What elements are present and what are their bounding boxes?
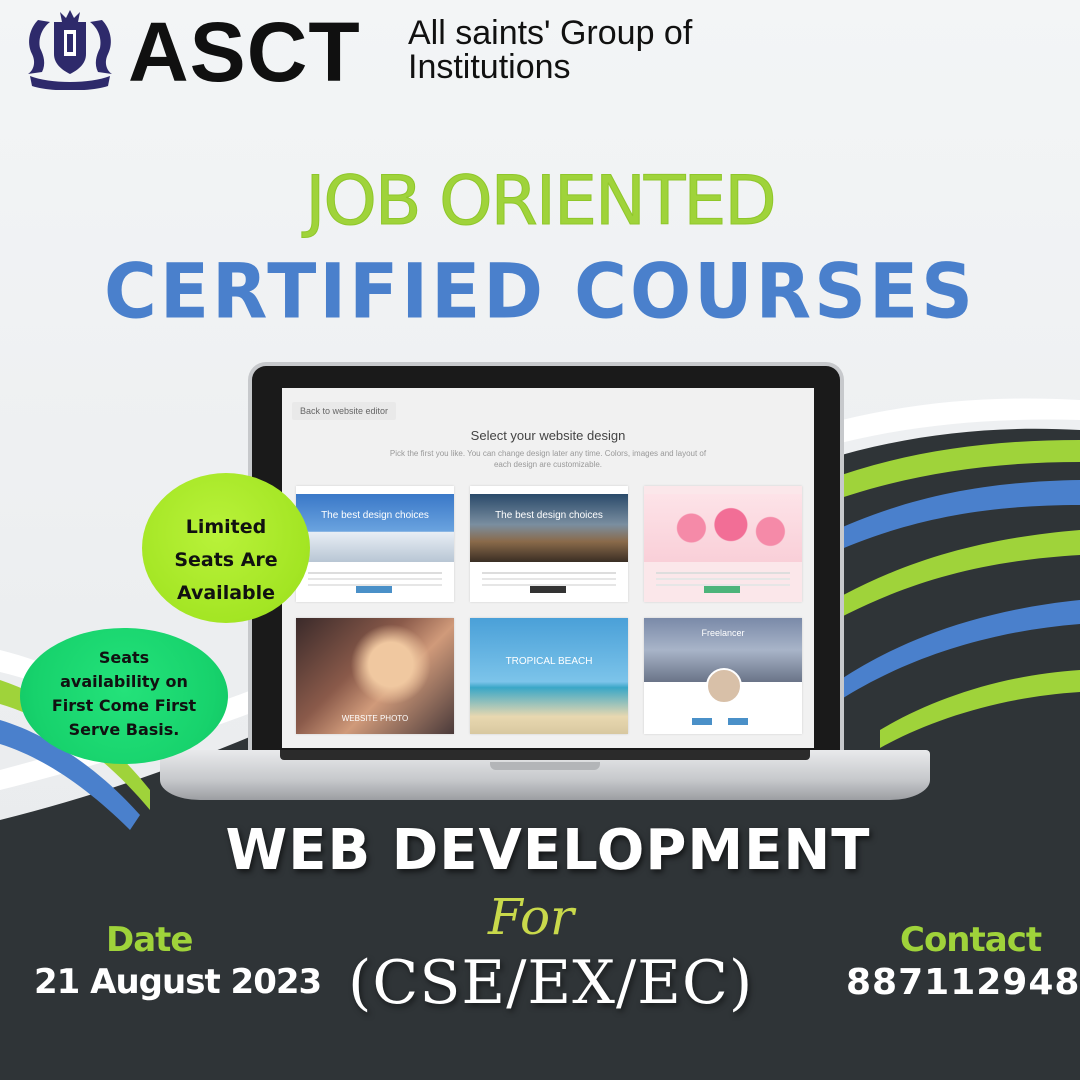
design-tile-caption: Freelancer (701, 628, 745, 638)
back-to-editor-label: Back to website editor (292, 402, 397, 420)
limited-seats-line: Seats Are (174, 549, 278, 571)
design-tile-caption: The best design choices (321, 510, 429, 521)
course-branches: (CSE/EX/EC) (348, 948, 754, 1018)
design-tile: WEBSITE PHOTO (296, 618, 454, 734)
laptop-screen: Back to website editor Select your websi… (282, 388, 814, 748)
seat-availability-badge: Seats availability on First Come First S… (20, 628, 228, 764)
limited-seats-line: Limited (185, 516, 267, 538)
design-tile-caption: WEBSITE PHOTO (341, 714, 409, 723)
institution-name: All saints' Group of Institutions (408, 16, 692, 84)
design-tile (644, 486, 802, 602)
date-label: Date (106, 920, 193, 960)
seat-availability-line: First Come First (51, 696, 197, 715)
design-tile-caption: TROPICAL BEACH (505, 656, 593, 667)
design-tile: The best design choices (470, 486, 628, 602)
design-tile: Freelancer (644, 618, 802, 734)
laptop-base (160, 750, 930, 800)
course-name: WEB DEVELOPMENT (225, 818, 871, 883)
headline-job-oriented: JOB ORIENTED (305, 162, 777, 242)
contact-phone: 8871129487 (846, 962, 1080, 1003)
poster: ASCT All saints' Group of Institutions J… (0, 0, 1080, 1080)
design-tile: The best design choices (296, 486, 454, 602)
course-for-label: For (488, 888, 574, 946)
screen-subtitle: Pick the first you like. You can change … (389, 449, 707, 469)
institution-name-line2: Institutions (408, 48, 571, 86)
screen-title: Select your website design (470, 428, 626, 443)
seat-availability-line: Serve Basis. (68, 720, 180, 739)
design-tile: TROPICAL BEACH (470, 618, 628, 734)
limited-seats-badge: Limited Seats Are Available (142, 473, 310, 623)
institution-name-line1: All saints' Group of (408, 14, 693, 52)
date-value: 21 August 2023 (34, 962, 322, 1002)
seat-availability-line: availability on (60, 672, 188, 691)
institution-emblem-icon (28, 10, 112, 90)
design-tile-caption: The best design choices (495, 510, 603, 521)
contact-label: Contact (900, 920, 1042, 960)
seat-availability-line: Seats (98, 648, 150, 667)
limited-seats-line: Available (176, 582, 276, 604)
headline-certified-courses: CERTIFIED COURSES (104, 246, 976, 336)
brand-name: ASCT (128, 5, 361, 99)
laptop-screen-frame: Back to website editor Select your websi… (248, 362, 844, 756)
